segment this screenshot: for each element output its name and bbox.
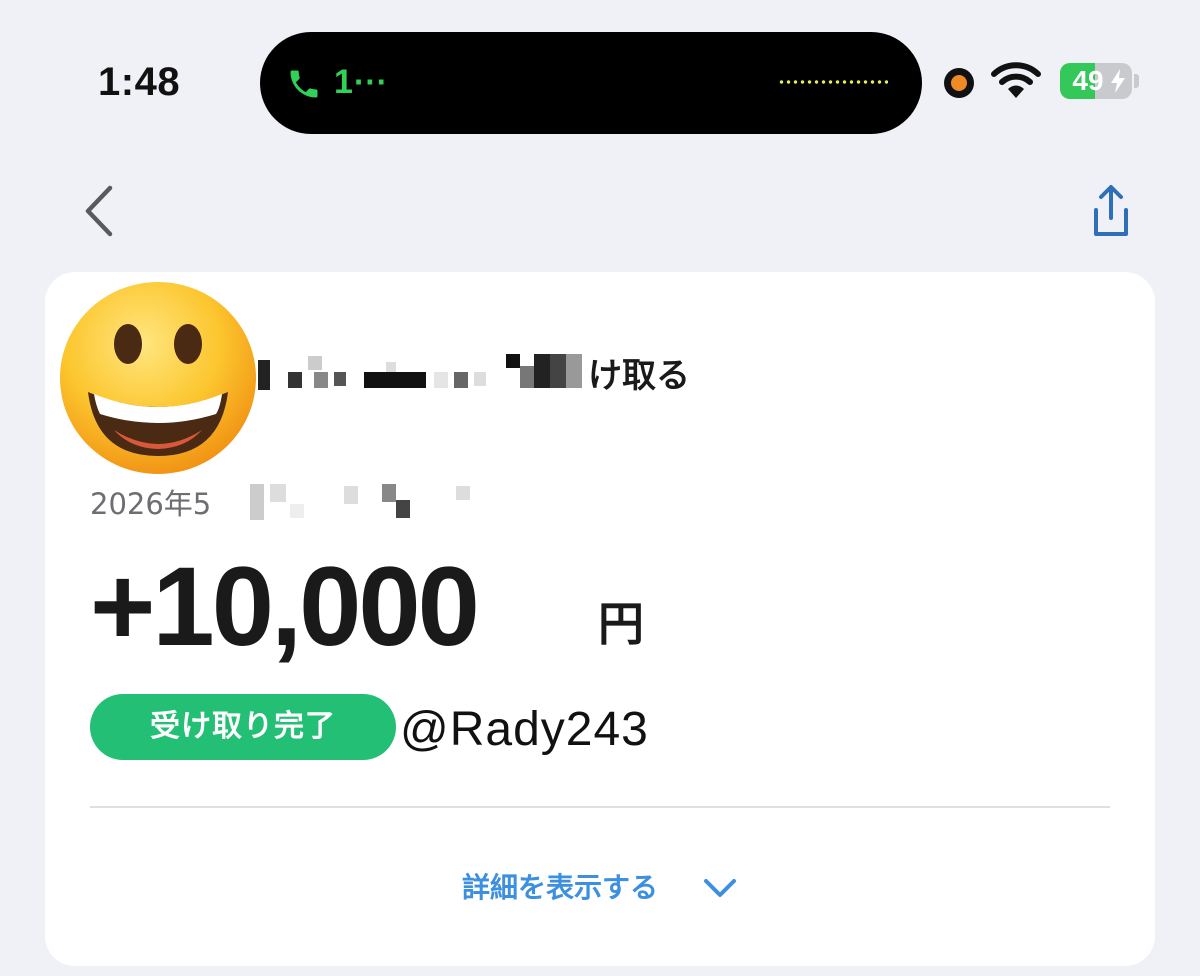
phone-icon [290,70,318,98]
show-details-button[interactable]: 詳細を表示する [430,860,770,916]
transaction-date: 2026年5 [90,482,490,526]
status-time: 1:48 [98,60,181,104]
wifi-icon [991,62,1041,98]
chevron-left-icon [85,185,113,237]
share-icon [1094,185,1128,236]
divider [90,806,1110,808]
transaction-title: け取る [258,348,718,404]
amount-value: +10,000 [90,544,480,669]
battery-icon: 49 [1060,63,1132,99]
show-details-label: 詳細を表示する [462,871,659,904]
transaction-amount: +10,000 円 [90,544,710,669]
currency-unit: 円 [598,597,644,651]
chevron-down-icon [704,879,736,897]
battery-cap [1134,74,1139,88]
battery-level: 49 [1072,65,1104,96]
audio-waveform [778,80,888,84]
sender-handle: @Rady243 [400,703,649,756]
call-indicator: 1⋯ [334,63,387,101]
share-button[interactable] [1080,180,1142,242]
dynamic-island[interactable]: 1⋯ [260,32,922,134]
recording-dot-icon [951,75,967,91]
transaction-date-text: 2026年5 [90,487,212,521]
status-badge: 受け取り完了 [90,694,396,760]
grinning-face-icon [60,282,256,474]
charging-bolt-icon [1111,69,1125,93]
transaction-title-text: け取る [588,356,690,396]
back-button[interactable] [76,180,126,242]
